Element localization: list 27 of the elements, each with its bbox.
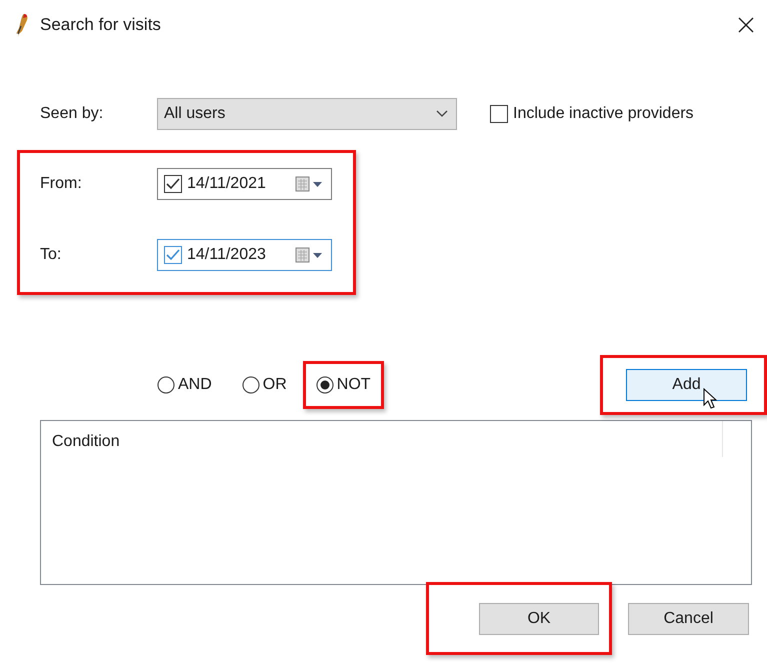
radio-label: NOT [336, 376, 371, 394]
date-picker[interactable]: 14/11/2023 [157, 239, 332, 271]
radio-button[interactable] [316, 376, 334, 394]
radio-button[interactable] [242, 376, 260, 394]
column-header[interactable]: Condition [41, 421, 723, 457]
checkbox-label: Include inactive providers [513, 105, 694, 123]
calendar-icon[interactable] [295, 176, 325, 192]
field-label: From: [40, 175, 83, 193]
calendar-icon[interactable] [295, 247, 325, 263]
radio-label: AND [178, 376, 212, 394]
cursor-icon [703, 388, 717, 410]
chevron-down-icon[interactable] [436, 110, 448, 118]
field-label: Seen by: [40, 105, 104, 123]
close-icon[interactable] [737, 16, 755, 34]
dialog-button[interactable]: OK [479, 602, 599, 634]
checkbox[interactable] [164, 246, 182, 264]
radio-button[interactable] [157, 376, 175, 394]
seen-by-dropdown[interactable]: All users [157, 98, 457, 130]
checkbox[interactable] [490, 105, 508, 123]
radio-label: OR [262, 376, 287, 394]
checkbox[interactable] [164, 175, 182, 193]
conditions-list[interactable]: Condition [40, 420, 752, 585]
date-picker[interactable]: 14/11/2021 [157, 168, 332, 200]
dialog-button[interactable]: Cancel [628, 602, 749, 634]
field-label: To: [40, 246, 62, 264]
add-button[interactable]: Add [626, 369, 747, 401]
window-title: Search for visits [40, 15, 162, 35]
